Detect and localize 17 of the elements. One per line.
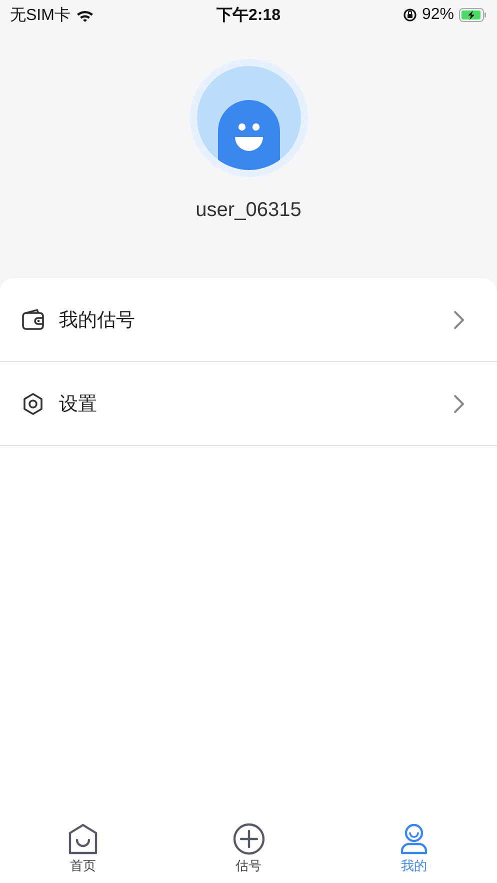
settings-icon [21,392,45,416]
username: user_06315 [196,199,302,222]
plus-circle-icon [232,823,264,855]
carrier-label: 无SIM卡 [10,6,70,26]
chevron-right-icon [453,394,465,414]
rotation-lock-icon [402,8,417,22]
chevron-right-icon [453,310,465,330]
menu-item[interactable]: 我的估号 [0,278,497,362]
time-label: 下午2:18 [216,6,281,26]
wallet-icon [21,308,45,332]
battery-charging-icon [459,8,487,22]
tab[interactable]: 首页 [0,823,166,883]
menu-item[interactable]: 设置 [0,362,497,446]
tab[interactable]: 估号 [166,823,332,883]
home-icon [66,823,99,855]
tab[interactable]: 我的 [331,823,497,883]
battery-percentage: 92% [422,6,454,24]
